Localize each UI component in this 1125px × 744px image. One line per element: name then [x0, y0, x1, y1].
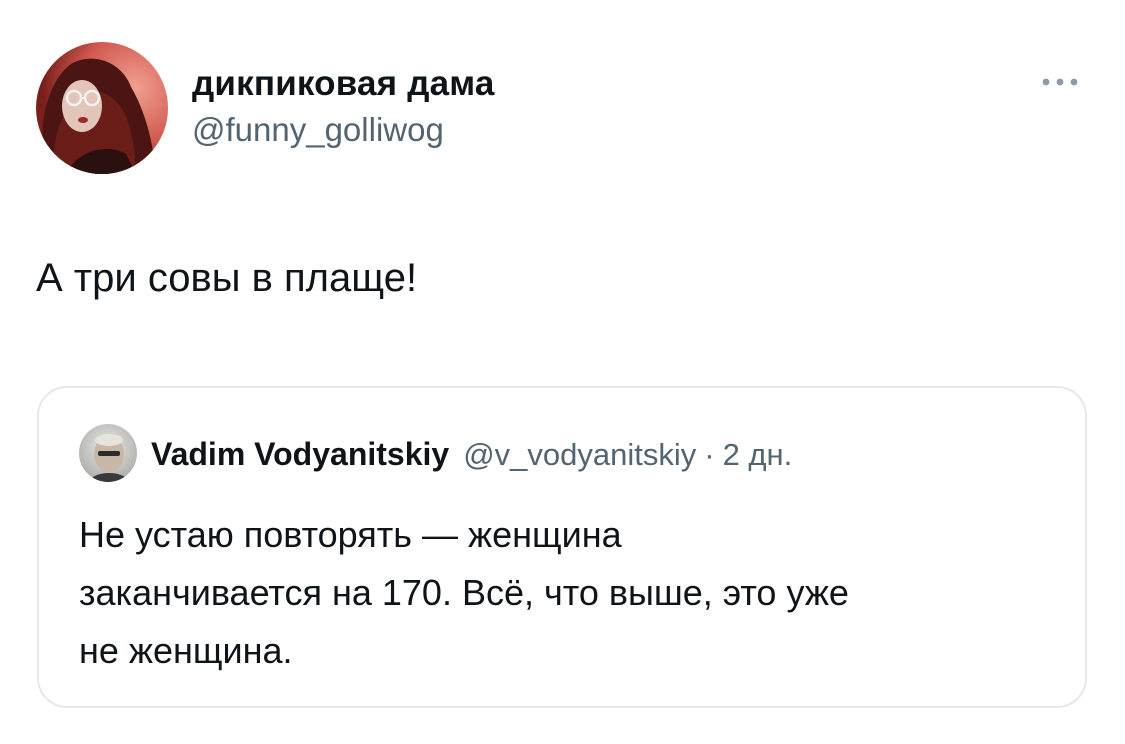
author-handle[interactable]: @funny_golliwog — [192, 108, 495, 152]
quoted-author-handle[interactable]: @v_vodyanitskiy — [463, 433, 696, 477]
quoted-author-name[interactable]: Vadim Vodyanitskiy — [151, 432, 449, 476]
quoted-text-line: Не устаю повторять — женщина — [79, 514, 622, 555]
tweet-author: дикпиковая дама @funny_golliwog — [192, 62, 495, 152]
quoted-tweet-card[interactable]: Vadim Vodyanitskiy @v_vodyanitskiy · 2 д… — [37, 386, 1087, 708]
quoted-tweet-header: Vadim Vodyanitskiy @v_vodyanitskiy · 2 д… — [151, 432, 792, 477]
tweet-text: А три совы в плаще! — [36, 256, 418, 300]
quoted-text-line: заканчивается на 170. Всё, что выше, это… — [79, 572, 849, 613]
quoted-tweet-timestamp[interactable]: 2 дн. — [723, 433, 793, 477]
more-button[interactable] — [1032, 64, 1092, 100]
quoted-author-avatar[interactable] — [79, 424, 137, 482]
quoted-text-line: не женщина. — [79, 630, 293, 671]
more-horizontal-icon — [1042, 78, 1078, 86]
author-name[interactable]: дикпиковая дама — [192, 62, 495, 106]
author-avatar[interactable] — [36, 42, 168, 174]
header-separator: · — [704, 437, 715, 472]
quoted-tweet-text: Не устаю повторять — женщина заканчивает… — [79, 506, 1069, 680]
